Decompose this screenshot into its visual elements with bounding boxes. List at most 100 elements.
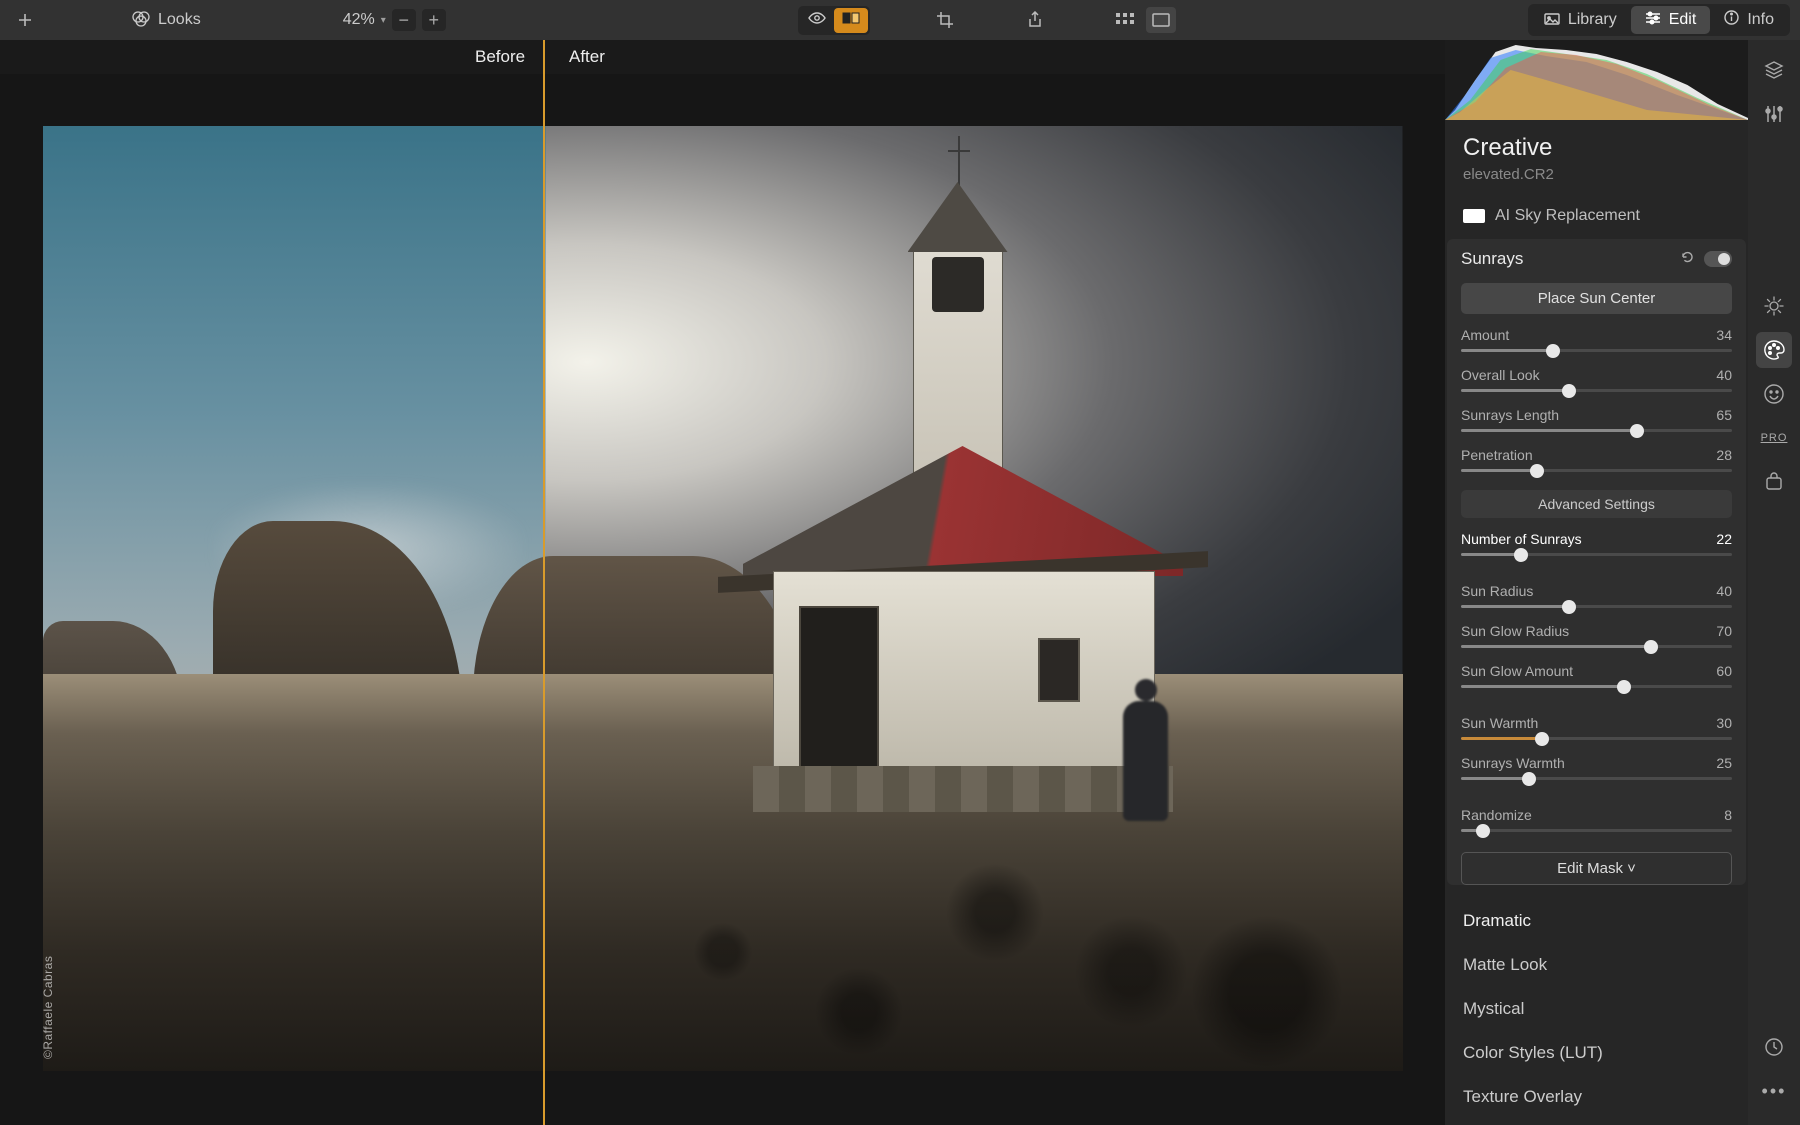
zoom-in-button[interactable]: + — [422, 9, 446, 31]
slider-glow_amount-track[interactable] — [1461, 685, 1732, 688]
photo-credit: ©Raffaele Cabras — [43, 956, 55, 1059]
zoom-value[interactable]: 42% — [343, 11, 375, 29]
sunrays-title: Sunrays — [1461, 249, 1523, 269]
slider-overall-value: 40 — [1716, 367, 1732, 383]
compare-divider[interactable] — [543, 40, 545, 1125]
creative-category-icon[interactable] — [1756, 332, 1792, 368]
layers-icon[interactable] — [1756, 52, 1792, 88]
slider-warmth-track[interactable] — [1461, 737, 1732, 740]
add-button[interactable] — [10, 7, 40, 33]
filter-lut[interactable]: Color Styles (LUT) — [1445, 1031, 1748, 1075]
photo-preview[interactable]: ©Raffaele Cabras — [43, 126, 1403, 1071]
looks-label: Looks — [158, 11, 201, 29]
slider-radius[interactable]: Sun Radius 40 — [1447, 580, 1746, 620]
slider-amount-value: 34 — [1716, 327, 1732, 343]
advanced-settings-button[interactable]: Advanced Settings — [1461, 490, 1732, 518]
zoom-out-button[interactable]: − — [392, 9, 416, 31]
slider-amount[interactable]: Amount 34 — [1447, 324, 1746, 364]
compare-view-button[interactable] — [834, 8, 868, 33]
place-sun-button[interactable]: Place Sun Center — [1461, 283, 1732, 314]
filter-matte[interactable]: Matte Look — [1445, 943, 1748, 987]
slider-length-value: 65 — [1716, 407, 1732, 423]
tab-info[interactable]: Info — [1710, 6, 1788, 34]
ground-illustration — [43, 674, 1403, 1071]
slider-amount-track[interactable] — [1461, 349, 1732, 352]
tool-strip: PRO ••• — [1748, 40, 1800, 1125]
filter-dramatic[interactable]: Dramatic — [1445, 899, 1748, 943]
slider-glow_radius-track[interactable] — [1461, 645, 1732, 648]
zoom-controls: 42% ▾ − + — [343, 9, 446, 31]
slider-randomize-track[interactable] — [1461, 829, 1732, 832]
slider-randomize-label: Randomize — [1461, 807, 1532, 823]
library-icon — [1544, 11, 1560, 30]
slider-ray_warmth-label: Sunrays Warmth — [1461, 755, 1565, 771]
slider-penetration-value: 28 — [1716, 447, 1732, 463]
sunrays-toggle[interactable] — [1704, 251, 1732, 267]
slider-penetration[interactable]: Penetration 28 — [1447, 444, 1746, 484]
slider-randomize-value: 8 — [1724, 807, 1732, 823]
chevron-down-icon[interactable]: ▾ — [381, 15, 386, 26]
slider-num-value: 22 — [1716, 531, 1732, 547]
slider-length-label: Sunrays Length — [1461, 407, 1559, 423]
looks-button[interactable]: Looks — [120, 5, 213, 36]
filter-texture[interactable]: Texture Overlay — [1445, 1075, 1748, 1119]
canvas-area: ©Raffaele Cabras — [0, 74, 1445, 1125]
slider-warmth-label: Sun Warmth — [1461, 715, 1538, 731]
sky-swatch-icon — [1463, 209, 1485, 223]
slider-amount-label: Amount — [1461, 327, 1509, 343]
after-label: After — [569, 47, 605, 67]
panel-section-title: Creative — [1445, 120, 1748, 166]
eye-icon — [808, 11, 826, 30]
mode-tabs: Library Edit Info — [1528, 4, 1790, 36]
filter-mystical[interactable]: Mystical — [1445, 987, 1748, 1031]
slider-length-track[interactable] — [1461, 429, 1732, 432]
pro-category-icon[interactable]: PRO — [1756, 420, 1792, 456]
slider-glow_amount-label: Sun Glow Amount — [1461, 663, 1573, 679]
crop-button[interactable] — [930, 7, 960, 33]
slider-warmth[interactable]: Sun Warmth 30 — [1447, 712, 1746, 752]
essentials-category-icon[interactable] — [1756, 288, 1792, 324]
share-button[interactable] — [1020, 7, 1050, 33]
slider-num-track[interactable] — [1461, 553, 1732, 556]
grid-view-button[interactable] — [1110, 7, 1140, 33]
tab-edit[interactable]: Edit — [1631, 6, 1711, 34]
more-icon[interactable]: ••• — [1756, 1073, 1792, 1109]
slider-glow_radius-value: 70 — [1716, 623, 1732, 639]
slider-penetration-label: Penetration — [1461, 447, 1533, 463]
slider-randomize[interactable]: Randomize 8 — [1447, 804, 1746, 844]
slider-num-label: Number of Sunrays — [1461, 531, 1582, 547]
slider-length[interactable]: Sunrays Length 65 — [1447, 404, 1746, 444]
info-icon — [1724, 10, 1739, 30]
slider-overall-label: Overall Look — [1461, 367, 1540, 383]
single-view-button[interactable] — [1146, 7, 1176, 33]
slider-overall[interactable]: Overall Look 40 — [1447, 364, 1746, 404]
looks-icon — [132, 9, 150, 32]
slider-overall-track[interactable] — [1461, 389, 1732, 392]
slider-penetration-track[interactable] — [1461, 469, 1732, 472]
top-toolbar: Looks 42% ▾ − + — [0, 0, 1800, 40]
slider-radius-label: Sun Radius — [1461, 583, 1533, 599]
portrait-category-icon[interactable] — [1756, 376, 1792, 412]
history-icon[interactable] — [1756, 1029, 1792, 1065]
slider-radius-track[interactable] — [1461, 605, 1732, 608]
slider-radius-value: 40 — [1716, 583, 1732, 599]
slider-glow_radius[interactable]: Sun Glow Radius 70 — [1447, 620, 1746, 660]
edit-mask-button[interactable]: Edit Mask ˅ — [1461, 852, 1732, 885]
slider-num[interactable]: Number of Sunrays 22 — [1447, 528, 1746, 568]
panel-filename: elevated.CR2 — [1445, 166, 1748, 197]
histogram[interactable] — [1445, 40, 1748, 120]
slider-warmth-value: 30 — [1716, 715, 1732, 731]
sunrays-panel: Sunrays Place Sun Center Amount 34 Overa… — [1447, 239, 1746, 885]
slider-glow_amount-value: 60 — [1716, 663, 1732, 679]
slider-glow_amount[interactable]: Sun Glow Amount 60 — [1447, 660, 1746, 700]
slider-ray_warmth[interactable]: Sunrays Warmth 25 — [1447, 752, 1746, 792]
sliders-icon — [1645, 11, 1661, 30]
histogram-toggle-icon[interactable] — [1756, 96, 1792, 132]
utility-category-icon[interactable] — [1756, 464, 1792, 500]
filter-ai-sky[interactable]: AI Sky Replacement — [1445, 197, 1748, 235]
preview-original-button[interactable] — [800, 8, 834, 33]
slider-ray_warmth-track[interactable] — [1461, 777, 1732, 780]
undo-icon[interactable] — [1680, 249, 1694, 269]
compare-icon — [842, 11, 860, 30]
tab-library[interactable]: Library — [1530, 6, 1631, 34]
